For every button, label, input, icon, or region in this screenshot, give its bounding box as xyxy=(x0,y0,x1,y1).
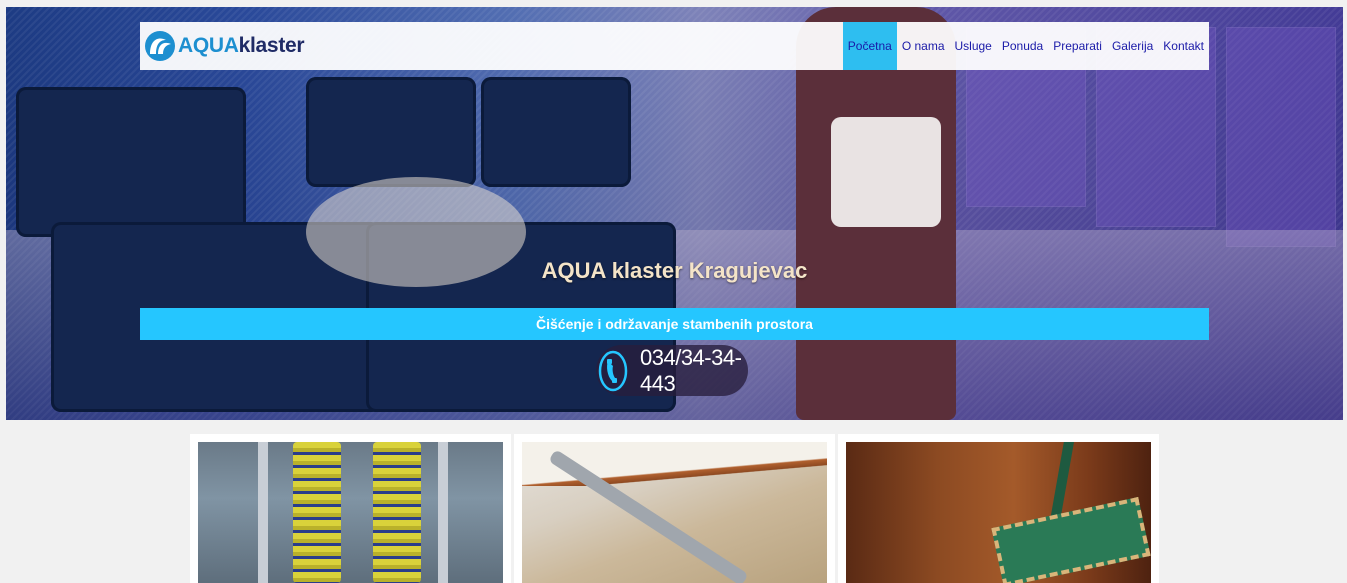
wave-logo-icon xyxy=(144,30,176,62)
service-cards xyxy=(190,434,1159,583)
nav-item-ponuda[interactable]: Ponuda xyxy=(997,22,1048,70)
wash-brush xyxy=(293,442,341,583)
brand-aqua: AQUA xyxy=(178,34,239,57)
wash-brush xyxy=(373,442,421,583)
hero-subtitle: Čišćenje i održavanje stambenih prostora xyxy=(536,316,813,332)
floor-mop-image xyxy=(846,442,1151,583)
apron xyxy=(831,117,941,227)
nav-item-kontakt[interactable]: Kontakt xyxy=(1158,22,1209,70)
nav-item-pocetna[interactable]: Početna xyxy=(842,22,897,70)
phone-contact[interactable]: 034/34-34-443 xyxy=(596,345,748,396)
wash-pillar xyxy=(438,442,448,583)
nav-item-usluge[interactable]: Usluge xyxy=(950,22,997,70)
armchair xyxy=(16,87,246,237)
wash-pillar xyxy=(258,442,268,583)
nav-item-preparati[interactable]: Preparati xyxy=(1048,22,1107,70)
phone-number: 034/34-34-443 xyxy=(640,344,742,396)
armchair xyxy=(306,77,476,187)
service-card[interactable] xyxy=(514,434,835,583)
armchair xyxy=(481,77,631,187)
wall-panel xyxy=(1226,27,1336,247)
car-wash-image xyxy=(198,442,503,583)
mop-head xyxy=(991,497,1151,583)
main-menu: Početna O nama Usluge Ponuda Preparati G… xyxy=(842,22,1209,70)
service-card[interactable] xyxy=(190,434,511,583)
service-card[interactable] xyxy=(838,434,1159,583)
hero-title: AQUA klaster Kragujevac xyxy=(541,258,808,283)
hero-subtitle-bar: Čišćenje i održavanje stambenih prostora xyxy=(140,308,1209,340)
nav-item-o-nama[interactable]: O nama xyxy=(897,22,950,70)
top-navbar: AQUAklaster Početna O nama Usluge Ponuda… xyxy=(140,22,1209,70)
brand-klaster: klaster xyxy=(238,34,305,57)
phone-icon xyxy=(598,350,628,392)
nav-item-galerija[interactable]: Galerija xyxy=(1107,22,1158,70)
brand-logo[interactable]: AQUAklaster xyxy=(140,22,305,70)
brand-name: AQUAklaster xyxy=(178,34,305,58)
carpet-cleaning-image xyxy=(522,442,827,583)
